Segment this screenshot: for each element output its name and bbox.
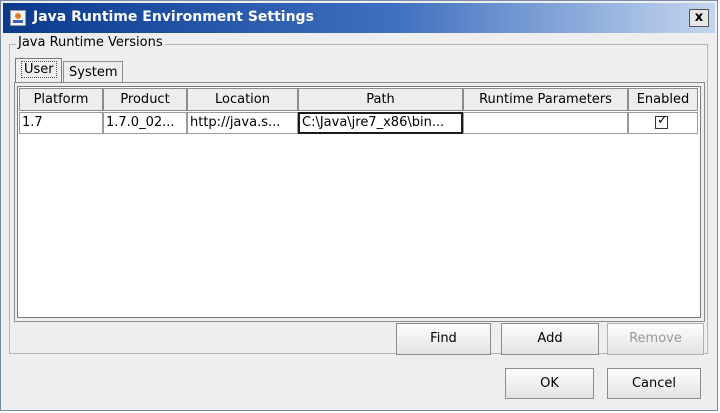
window-title: Java Runtime Environment Settings [33,9,314,25]
tab-system-label: System [69,65,118,80]
cell-platform[interactable]: 1.7 [19,112,103,134]
enabled-checkbox[interactable]: ✓ [655,113,668,129]
column-header-path[interactable]: Path [298,88,463,111]
find-button[interactable]: Find [396,323,491,355]
cancel-button[interactable]: Cancel [607,368,701,399]
cell-path[interactable]: C:\Java\jre7_x86\bin... [298,112,463,134]
add-button[interactable]: Add [501,323,599,355]
tab-system[interactable]: System [63,61,123,83]
close-button[interactable]: x [689,9,709,27]
ok-button[interactable]: OK [505,368,594,399]
remove-button[interactable]: Remove [607,323,704,355]
versions-group-label: Java Runtime Versions [16,35,165,50]
tab-user-label: User [21,61,57,78]
java-icon [10,10,26,26]
column-header-product[interactable]: Product [103,88,187,111]
cell-product[interactable]: 1.7.0_02... [103,112,187,134]
cell-runtime-parameters[interactable] [463,112,628,134]
column-header-enabled[interactable]: Enabled [628,88,698,111]
column-header-runtime-parameters[interactable]: Runtime Parameters [463,88,628,111]
column-header-platform[interactable]: Platform [19,88,103,111]
tab-user[interactable]: User [15,58,62,82]
cell-location[interactable]: http://java.s... [187,112,298,134]
column-header-location[interactable]: Location [187,88,298,111]
checkmark-icon: ✓ [657,113,668,128]
title-bar[interactable]: Java Runtime Environment Settings x [3,3,715,33]
